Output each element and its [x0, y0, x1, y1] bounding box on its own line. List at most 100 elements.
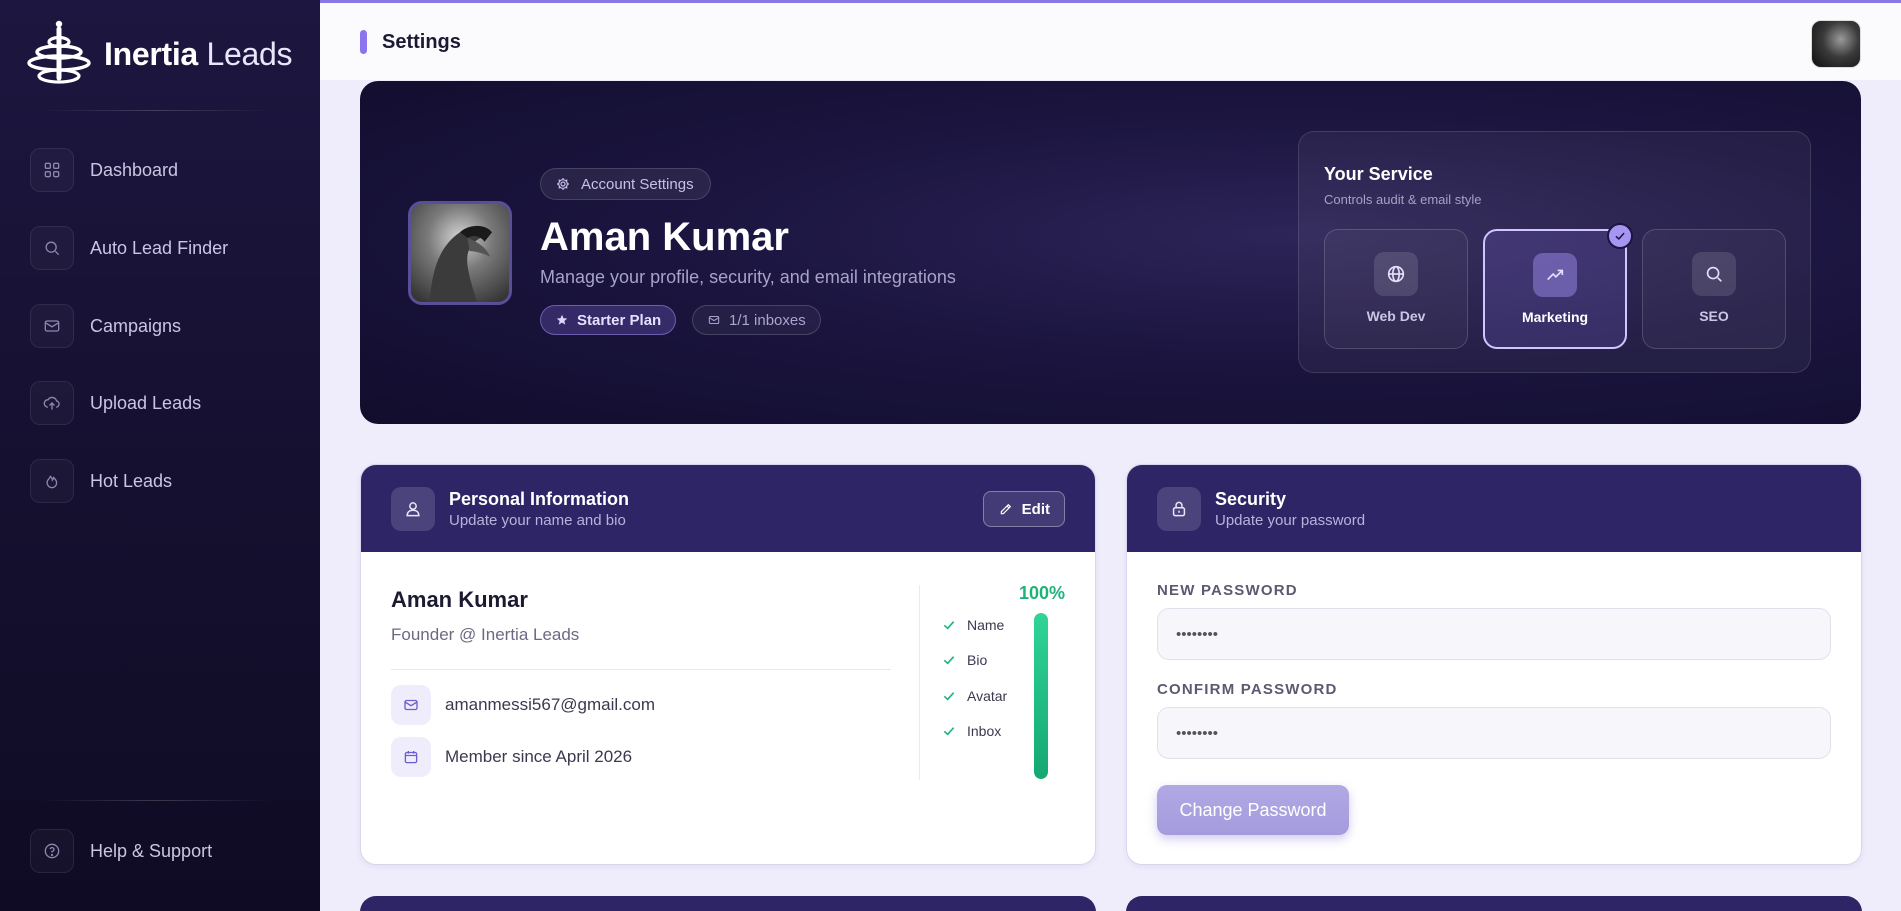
sidebar-item-label: Hot Leads	[90, 470, 173, 491]
page-title: Settings	[382, 31, 461, 53]
sidebar-item-label: Dashboard	[90, 159, 179, 180]
service-option-label: Web Dev	[1366, 308, 1426, 324]
account-settings-label: Account Settings	[581, 175, 694, 193]
sidebar-item-label: Upload Leads	[90, 392, 202, 413]
plan-label: Starter Plan	[577, 311, 662, 329]
personal-info-title: Personal Information	[449, 489, 630, 509]
sidebar-divider-bottom	[40, 800, 272, 801]
profile-subtitle: Manage your profile, security, and email…	[540, 267, 956, 287]
security-title: Security	[1215, 489, 1287, 509]
sidebar-item-label: Campaigns	[90, 315, 182, 336]
email-row: amanmessi567@gmail.com	[391, 685, 655, 725]
checklist-label: Bio	[967, 652, 988, 668]
completion-progress-fill	[1034, 613, 1048, 779]
next-card-header-left	[360, 896, 1096, 911]
sidebar-item-label: Auto Lead Finder	[90, 237, 229, 258]
member-since-row: Member since April 2026	[391, 737, 632, 777]
service-option-label: Marketing	[1521, 309, 1589, 325]
topbar: Settings	[320, 0, 1901, 80]
check-icon	[943, 656, 955, 665]
sidebar-item-help-support[interactable]: Help & Support	[30, 829, 212, 873]
profile-bio: Founder @ Inertia Leads	[391, 625, 580, 644]
check-icon	[943, 621, 955, 630]
profile-hero: Account Settings Aman Kumar Manage your …	[360, 81, 1861, 424]
service-option-seo[interactable]: SEO	[1642, 229, 1786, 349]
mail-icon	[391, 685, 431, 725]
edit-label: Edit	[1021, 500, 1050, 518]
plan-badge: Starter Plan	[540, 305, 677, 335]
checklist-item-avatar: Avatar	[941, 688, 1007, 704]
change-password-button[interactable]: Change Password	[1157, 785, 1349, 835]
member-since-value: Member since April 2026	[445, 747, 633, 766]
completion-separator	[919, 585, 920, 780]
mail-icon	[30, 304, 74, 348]
app-logo[interactable]: Inertia Leads	[24, 18, 293, 90]
checklist-label: Name	[967, 617, 1005, 633]
edit-button[interactable]: Edit	[982, 491, 1065, 527]
user-icon	[391, 487, 435, 531]
security-subtitle: Update your password	[1215, 512, 1366, 529]
selected-check-icon	[1607, 223, 1633, 249]
profile-divider	[391, 669, 891, 670]
service-option-marketing[interactable]: Marketing	[1483, 223, 1633, 349]
inbox-count-badge: 1/1 inboxes	[692, 305, 821, 335]
service-option-web-dev[interactable]: Web Dev	[1324, 229, 1468, 349]
check-icon	[943, 692, 955, 701]
sidebar-item-upload-leads[interactable]: Upload Leads	[30, 381, 201, 425]
security-header: Security Update your password	[1127, 465, 1861, 552]
trending-up-icon	[1533, 253, 1577, 297]
avatar-image	[429, 225, 493, 302]
globe-icon	[1374, 252, 1418, 296]
service-option-label: SEO	[1699, 308, 1729, 324]
pencil-icon	[1000, 503, 1011, 515]
checklist-item-inbox: Inbox	[941, 723, 1001, 739]
check-icon	[943, 727, 955, 736]
completion-progress-bar	[1034, 613, 1048, 779]
user-avatar[interactable]	[1811, 20, 1861, 68]
flame-icon	[30, 459, 74, 503]
logo-mark-icon	[27, 20, 91, 84]
personal-info-subtitle: Update your name and bio	[449, 512, 626, 529]
new-password-label: NEW PASSWORD	[1157, 582, 1298, 599]
completion-percent: 100%	[1018, 583, 1065, 603]
sidebar-item-auto-lead-finder[interactable]: Auto Lead Finder	[30, 226, 228, 270]
service-selector: Your Service Controls audit & email styl…	[1298, 131, 1811, 373]
account-settings-chip: Account Settings	[540, 168, 711, 200]
next-card-header-right	[1126, 896, 1862, 911]
personal-info-header: Personal Information Update your name an…	[361, 465, 1095, 552]
email-value: amanmessi567@gmail.com	[445, 695, 656, 714]
grid-icon	[30, 148, 74, 192]
confirm-password-input[interactable]	[1157, 707, 1831, 759]
profile-name: Aman Kumar	[540, 215, 789, 259]
sidebar-item-dashboard[interactable]: Dashboard	[30, 148, 178, 192]
sidebar-divider-top	[40, 110, 272, 111]
gear-icon	[557, 178, 569, 190]
profile-display-name: Aman Kumar	[391, 587, 528, 612]
sidebar: Inertia Leads Dashboard Auto Lead Finder…	[0, 0, 320, 911]
search-icon	[1692, 252, 1736, 296]
personal-info-card: Personal Information Update your name an…	[360, 464, 1096, 865]
search-icon	[30, 226, 74, 270]
upload-cloud-icon	[30, 381, 74, 425]
checklist-label: Avatar	[967, 688, 1008, 704]
app-name: Inertia Leads	[104, 35, 293, 72]
checklist-label: Inbox	[967, 723, 1002, 739]
calendar-icon	[391, 737, 431, 777]
checklist-item-bio: Bio	[941, 652, 987, 668]
new-password-input[interactable]	[1157, 608, 1831, 660]
inbox-count-label: 1/1 inboxes	[729, 311, 806, 329]
lock-icon	[1157, 487, 1201, 531]
profile-avatar[interactable]	[408, 201, 512, 305]
security-card: Security Update your password NEW PASSWO…	[1126, 464, 1862, 865]
title-accent-bar	[360, 30, 367, 54]
sidebar-item-hot-leads[interactable]: Hot Leads	[30, 459, 172, 503]
mail-icon	[708, 315, 720, 325]
star-icon	[556, 314, 568, 325]
help-circle-icon	[30, 829, 74, 873]
sidebar-item-campaigns[interactable]: Campaigns	[30, 304, 181, 348]
confirm-password-label: CONFIRM PASSWORD	[1157, 681, 1338, 698]
checklist-item-name: Name	[941, 617, 1004, 633]
service-title: Your Service	[1324, 164, 1433, 184]
sidebar-item-label: Help & Support	[90, 840, 213, 861]
service-subtitle: Controls audit & email style	[1324, 192, 1482, 207]
